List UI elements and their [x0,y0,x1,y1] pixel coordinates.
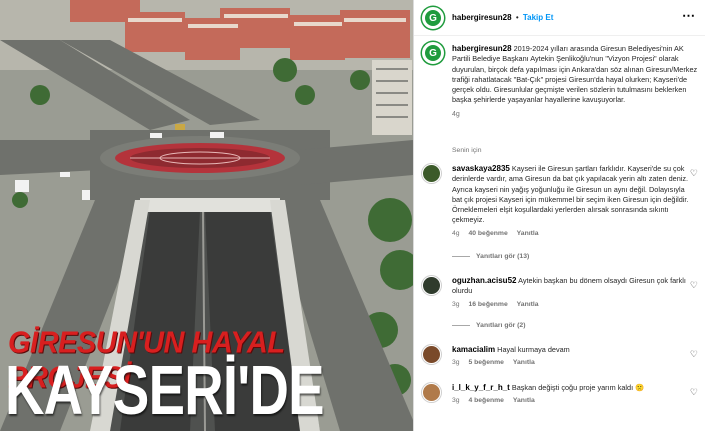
view-replies-button[interactable]: Yanıtları gör (2) [452,322,525,329]
author-username[interactable]: habergiresun28 [452,13,512,22]
comment-likes[interactable]: 40 beğenme [468,230,507,237]
more-options-icon[interactable]: ⋯ [682,9,696,22]
like-heart-icon[interactable]: ♡ [690,280,698,291]
comment-meta: 4g 40 beğenme Yanıtla [452,229,690,239]
commenter-avatar[interactable] [422,276,441,295]
caption-username[interactable]: habergiresun28 [452,44,512,53]
reply-button[interactable]: Yanıtla [517,230,539,237]
see-translation-link[interactable]: Senin için [452,147,481,154]
post-header: G habergiresun28 • Takip Et ⋯ [414,0,705,36]
like-heart-icon[interactable]: ♡ [690,349,698,360]
commenter-avatar[interactable] [422,164,441,183]
like-heart-icon[interactable]: ♡ [690,387,698,398]
post-details-panel: G habergiresun28 • Takip Et ⋯ G habergir… [413,0,705,431]
author-avatar-letter: G [425,10,441,26]
view-replies-button[interactable]: Yanıtları gör (13) [452,253,529,260]
instagram-post-viewer: GİRESUN'UN HAYAL PROJESİ KAYSERİ'DE G ha… [0,0,705,431]
commenter-avatar[interactable] [422,345,441,364]
author-avatar[interactable]: G [422,7,444,29]
caption-text-block: habergiresun28 2019-2024 yılları arasınd… [452,44,698,120]
separator-dot: • [515,13,519,22]
commenter-username[interactable]: savaskaya2835 [452,164,510,173]
comment-time: 4g [452,229,460,237]
caption-avatar-letter: G [425,45,441,61]
like-heart-icon[interactable]: ♡ [690,168,698,179]
post-media[interactable]: GİRESUN'UN HAYAL PROJESİ KAYSERİ'DE [0,0,413,431]
comment-body: kamacialim Hayal kurmaya devam 3g 5 beğe… [452,345,690,369]
commenter-avatar[interactable] [422,383,441,402]
comment-body: i_l_k_y_f_r_h_t Başkan değişti çoğu proj… [452,383,690,407]
view-replies-label: Yanıtları gör (2) [476,322,526,329]
header-author-row: habergiresun28 • Takip Et [452,13,553,22]
reply-button[interactable]: Yanıtla [513,359,535,366]
comment-likes[interactable]: 16 beğenme [468,301,507,308]
commenter-username[interactable]: oguzhan.acisu52 [452,276,516,285]
reply-button[interactable]: Yanıtla [513,397,535,404]
comment-meta: 3g 4 beğenme Yanıtla [452,396,690,406]
comment-time: 3g [452,300,460,308]
video-overlay-city: KAYSERİ'DE [5,351,325,429]
comment-body: oguzhan.acisu52 Aytekin başkan bu dönem … [452,276,690,310]
caption-time: 4g [452,110,460,118]
follow-button[interactable]: Takip Et [523,13,554,22]
caption-avatar[interactable]: G [422,42,444,64]
comment-likes[interactable]: 4 beğenme [468,397,504,404]
comment-time: 3g [452,397,460,405]
view-replies-label: Yanıtları gör (13) [476,253,530,260]
comment-time: 3g [452,359,460,367]
caption-body: 2019-2024 yılları arasında Giresun Beled… [452,44,698,105]
comment-body: savaskaya2835 Kayseri ile Giresun şartla… [452,164,690,239]
comment-text: Başkan değişti çoğu proje yarım kaldı 🙁 [511,383,645,392]
reply-button[interactable]: Yanıtla [517,301,539,308]
comment-text: Hayal kurmaya devam [497,345,570,354]
comment-meta: 3g 5 beğenme Yanıtla [452,358,690,368]
replies-line [452,325,470,326]
comment-meta: 3g 16 beğenme Yanıtla [452,300,690,310]
comment-likes[interactable]: 5 beğenme [468,359,504,366]
commenter-username[interactable]: i_l_k_y_f_r_h_t [452,383,510,392]
replies-line [452,256,470,257]
comment-text: Kayseri ile Giresun şartları farklıdır. … [452,164,689,225]
commenter-username[interactable]: kamacialim [452,345,495,354]
